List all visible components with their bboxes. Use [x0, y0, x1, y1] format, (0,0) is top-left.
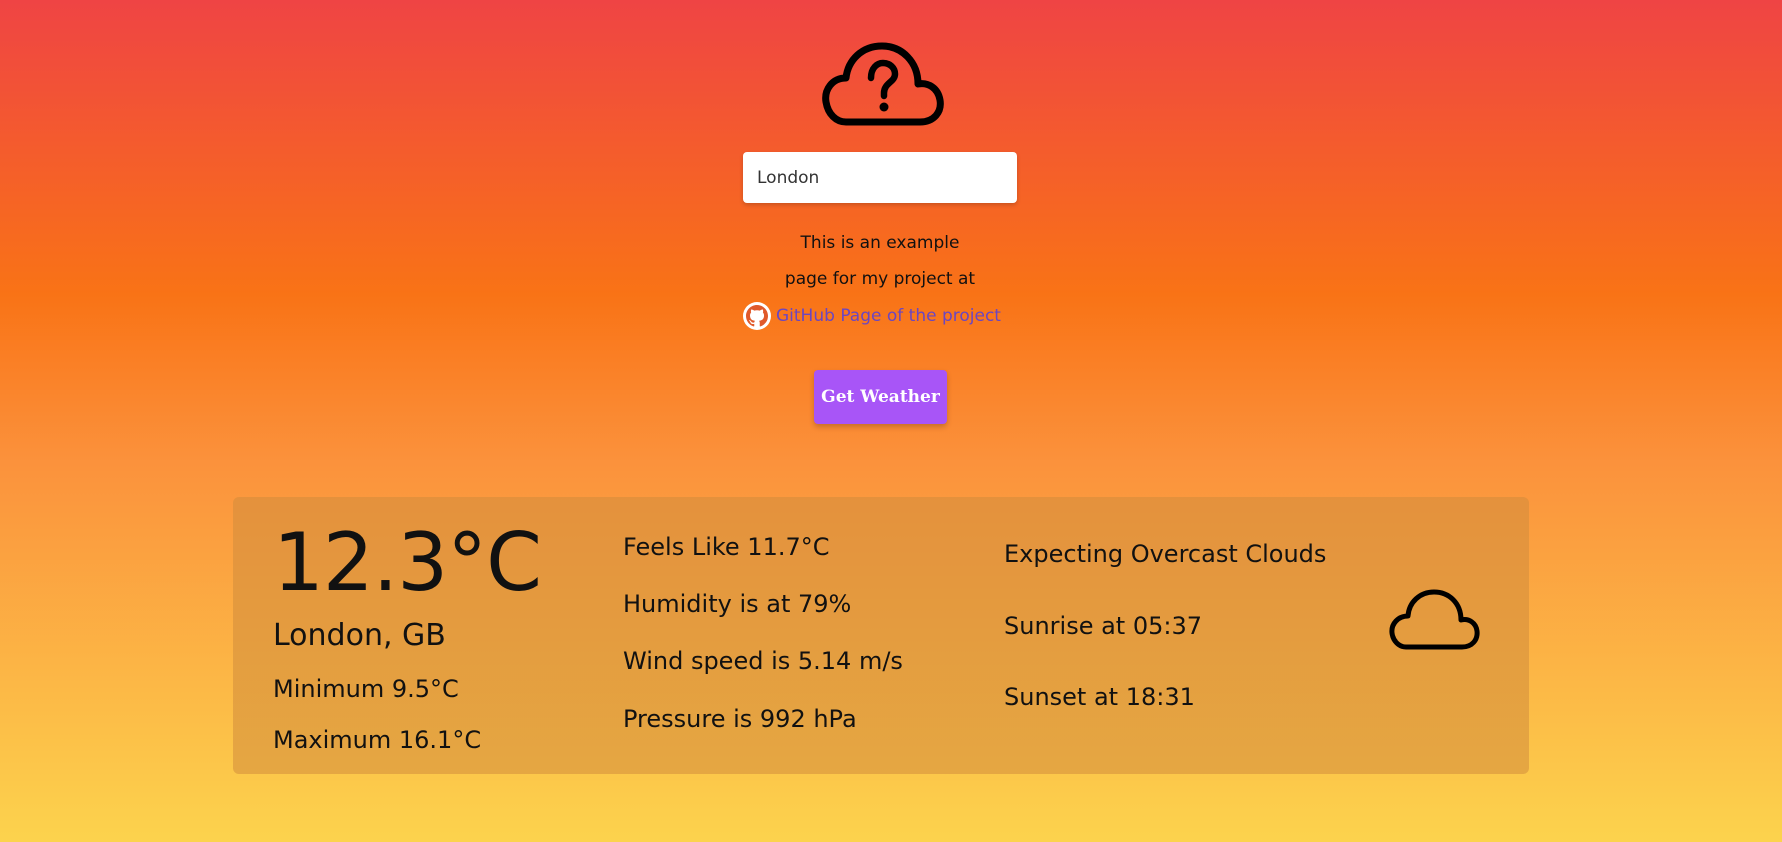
feels-like: Feels Like 11.7°C — [623, 533, 830, 561]
sunrise-time: Sunrise at 05:37 — [1004, 612, 1202, 640]
weather-card: 12.3°C London, GB Minimum 9.5°C Maximum … — [233, 497, 1529, 774]
humidity: Humidity is at 79% — [623, 590, 852, 618]
pressure: Pressure is 992 hPa — [623, 705, 857, 733]
city-name: London, GB — [273, 618, 446, 653]
city-search-input[interactable] — [743, 152, 1017, 203]
weather-description: Expecting Overcast Clouds — [1004, 540, 1327, 568]
current-temperature: 12.3°C — [273, 516, 542, 609]
wind-speed: Wind speed is 5.14 m/s — [623, 647, 903, 675]
sunset-time: Sunset at 18:31 — [1004, 683, 1195, 711]
github-link-row: GitHub Page of the project — [743, 301, 1001, 331]
info-text-line-2: page for my project at — [784, 269, 976, 289]
max-temperature: Maximum 16.1°C — [273, 726, 482, 754]
cloud-icon — [1389, 589, 1480, 650]
github-icon — [743, 302, 771, 330]
min-temperature: Minimum 9.5°C — [273, 675, 459, 703]
github-project-link[interactable]: GitHub Page of the project — [776, 306, 1001, 326]
cloud-question-icon — [822, 42, 944, 126]
info-text-line-1: This is an example — [800, 233, 960, 253]
get-weather-button[interactable]: Get Weather — [814, 370, 947, 424]
